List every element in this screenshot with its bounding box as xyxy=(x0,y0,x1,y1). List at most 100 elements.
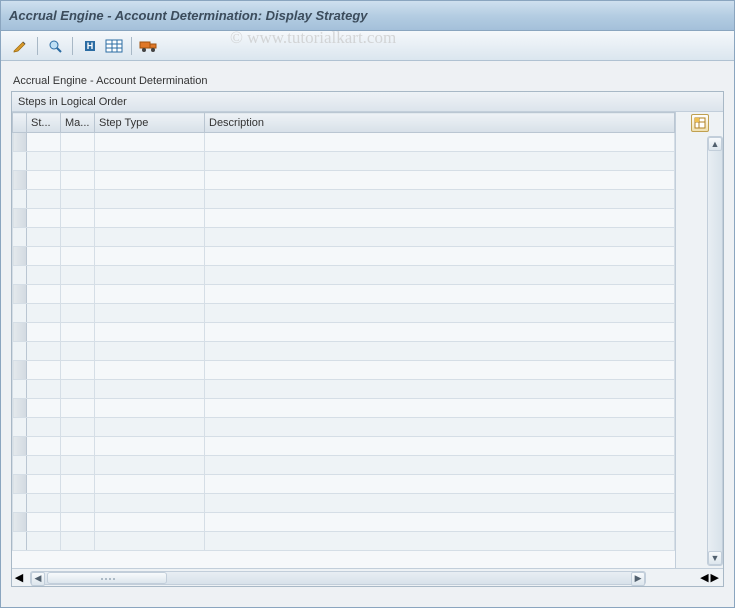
cell[interactable] xyxy=(205,532,675,551)
table-row[interactable] xyxy=(13,171,675,190)
cell[interactable] xyxy=(61,456,95,475)
cell[interactable] xyxy=(205,133,675,152)
scroll-thumb[interactable] xyxy=(47,572,167,584)
cell[interactable] xyxy=(61,532,95,551)
cell[interactable] xyxy=(61,304,95,323)
cell[interactable] xyxy=(61,228,95,247)
cell[interactable] xyxy=(61,266,95,285)
cell[interactable] xyxy=(205,475,675,494)
cell[interactable] xyxy=(27,323,61,342)
row-selector[interactable] xyxy=(13,456,27,475)
cell[interactable] xyxy=(205,418,675,437)
scroll-left-button[interactable]: ◀ xyxy=(31,572,45,586)
scroll-down-button[interactable]: ▼ xyxy=(708,551,722,565)
cell[interactable] xyxy=(27,437,61,456)
row-selector[interactable] xyxy=(13,247,27,266)
cell[interactable] xyxy=(95,532,205,551)
cell[interactable] xyxy=(205,456,675,475)
cell[interactable] xyxy=(27,380,61,399)
scroll-right-page-button[interactable]: ▶ xyxy=(711,571,719,584)
cell[interactable] xyxy=(27,342,61,361)
table-row[interactable] xyxy=(13,285,675,304)
cell[interactable] xyxy=(61,285,95,304)
horizontal-scrollbar[interactable]: ◀ ▶ xyxy=(30,571,646,585)
vertical-scrollbar[interactable]: ▲ ▼ xyxy=(707,136,723,566)
cell[interactable] xyxy=(95,323,205,342)
row-selector-header[interactable] xyxy=(13,113,27,133)
cell[interactable] xyxy=(205,190,675,209)
row-selector[interactable] xyxy=(13,285,27,304)
cell[interactable] xyxy=(61,342,95,361)
cell[interactable] xyxy=(205,323,675,342)
cell[interactable] xyxy=(61,190,95,209)
column-header-steptype[interactable]: Step Type xyxy=(95,113,205,133)
row-selector[interactable] xyxy=(13,361,27,380)
cell[interactable] xyxy=(27,152,61,171)
info-button[interactable]: H xyxy=(79,35,101,57)
row-selector[interactable] xyxy=(13,437,27,456)
cell[interactable] xyxy=(95,266,205,285)
cell[interactable] xyxy=(95,171,205,190)
cell[interactable] xyxy=(95,380,205,399)
table-row[interactable] xyxy=(13,380,675,399)
cell[interactable] xyxy=(205,209,675,228)
cell[interactable] xyxy=(205,437,675,456)
row-selector[interactable] xyxy=(13,152,27,171)
cell[interactable] xyxy=(205,285,675,304)
cell[interactable] xyxy=(95,209,205,228)
cell[interactable] xyxy=(205,171,675,190)
row-selector[interactable] xyxy=(13,228,27,247)
cell[interactable] xyxy=(205,266,675,285)
cell[interactable] xyxy=(95,399,205,418)
row-selector[interactable] xyxy=(13,323,27,342)
cell[interactable] xyxy=(205,380,675,399)
column-header-ma[interactable]: Ma... xyxy=(61,113,95,133)
table-row[interactable] xyxy=(13,209,675,228)
cell[interactable] xyxy=(61,399,95,418)
row-selector[interactable] xyxy=(13,532,27,551)
cell[interactable] xyxy=(95,513,205,532)
table-row[interactable] xyxy=(13,532,675,551)
table-row[interactable] xyxy=(13,494,675,513)
table-row[interactable] xyxy=(13,342,675,361)
cell[interactable] xyxy=(27,171,61,190)
table-row[interactable] xyxy=(13,361,675,380)
cell[interactable] xyxy=(61,418,95,437)
cell[interactable] xyxy=(27,190,61,209)
scroll-up-button[interactable]: ▲ xyxy=(708,137,722,151)
row-selector[interactable] xyxy=(13,513,27,532)
cell[interactable] xyxy=(95,152,205,171)
cell[interactable] xyxy=(61,475,95,494)
row-selector[interactable] xyxy=(13,190,27,209)
cell[interactable] xyxy=(95,342,205,361)
cell[interactable] xyxy=(95,456,205,475)
cell[interactable] xyxy=(61,133,95,152)
cell[interactable] xyxy=(27,361,61,380)
cell[interactable] xyxy=(205,304,675,323)
cell[interactable] xyxy=(95,418,205,437)
cell[interactable] xyxy=(205,152,675,171)
transport-button[interactable] xyxy=(138,35,160,57)
cell[interactable] xyxy=(27,133,61,152)
row-selector[interactable] xyxy=(13,342,27,361)
cell[interactable] xyxy=(61,209,95,228)
cell[interactable] xyxy=(27,228,61,247)
row-selector[interactable] xyxy=(13,399,27,418)
row-selector[interactable] xyxy=(13,475,27,494)
row-selector[interactable] xyxy=(13,380,27,399)
cell[interactable] xyxy=(27,513,61,532)
cell[interactable] xyxy=(27,494,61,513)
column-header-step[interactable]: St... xyxy=(27,113,61,133)
find-button[interactable] xyxy=(44,35,66,57)
row-selector[interactable] xyxy=(13,304,27,323)
cell[interactable] xyxy=(27,304,61,323)
cell[interactable] xyxy=(61,323,95,342)
cell[interactable] xyxy=(27,266,61,285)
cell[interactable] xyxy=(27,209,61,228)
cell[interactable] xyxy=(95,190,205,209)
row-selector[interactable] xyxy=(13,266,27,285)
cell[interactable] xyxy=(27,399,61,418)
cell[interactable] xyxy=(205,399,675,418)
cell[interactable] xyxy=(205,342,675,361)
scroll-left-page-button[interactable]: ◀ xyxy=(700,571,708,584)
